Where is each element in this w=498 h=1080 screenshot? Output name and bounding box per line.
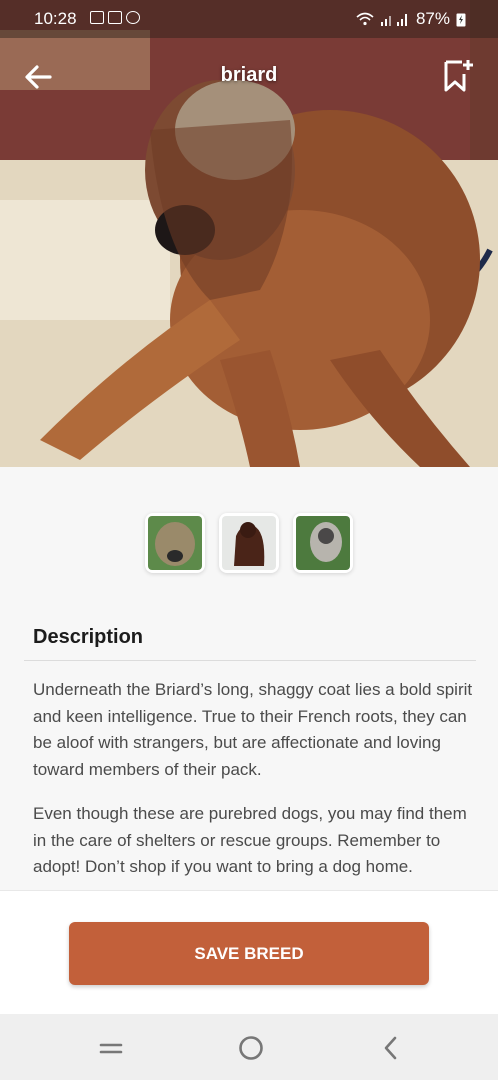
recent-apps-icon[interactable] [98, 1036, 124, 1060]
chevron-left-icon[interactable] [379, 1034, 403, 1062]
signal-icon [380, 14, 407, 26]
status-bar: 10:28 87% [0, 0, 498, 38]
wifi-icon [356, 12, 374, 26]
breed-detail-screen: 10:28 87% briard Description Underneath … [0, 0, 498, 1080]
thumbnail-1[interactable] [145, 513, 205, 573]
bookmark-add-icon[interactable] [442, 58, 474, 94]
status-time: 10:28 [34, 9, 77, 28]
thumbnail-3[interactable] [293, 513, 353, 573]
page-title: briard [220, 64, 278, 86]
save-breed-button[interactable]: SAVE BREED [69, 922, 429, 985]
thumbnail-image [296, 516, 350, 570]
notification-icons [90, 11, 140, 24]
gallery-notification-icon [90, 11, 104, 24]
system-nav-bar [0, 1014, 498, 1080]
description-heading: Description [33, 626, 144, 648]
thumbnail-gallery [0, 513, 498, 573]
thumbnail-image [148, 516, 202, 570]
bottom-action-panel: SAVE BREED [0, 890, 498, 1015]
battery-charging-icon [456, 13, 466, 26]
message-notification-icon [108, 11, 122, 24]
thumbnail-2[interactable] [219, 513, 279, 573]
description-paragraph: Underneath the Briard’s long, shaggy coa… [33, 680, 473, 779]
battery-percent: 87% [415, 9, 450, 28]
home-circle-icon[interactable] [237, 1034, 265, 1062]
whatsapp-notification-icon [126, 11, 140, 24]
thumbnail-image [222, 516, 276, 570]
description-body[interactable]: Underneath the Briard’s long, shaggy coa… [33, 677, 473, 887]
status-right: 87% [356, 9, 466, 29]
description-paragraph: Even though these are purebred dogs, you… [33, 804, 467, 876]
divider [24, 660, 476, 661]
